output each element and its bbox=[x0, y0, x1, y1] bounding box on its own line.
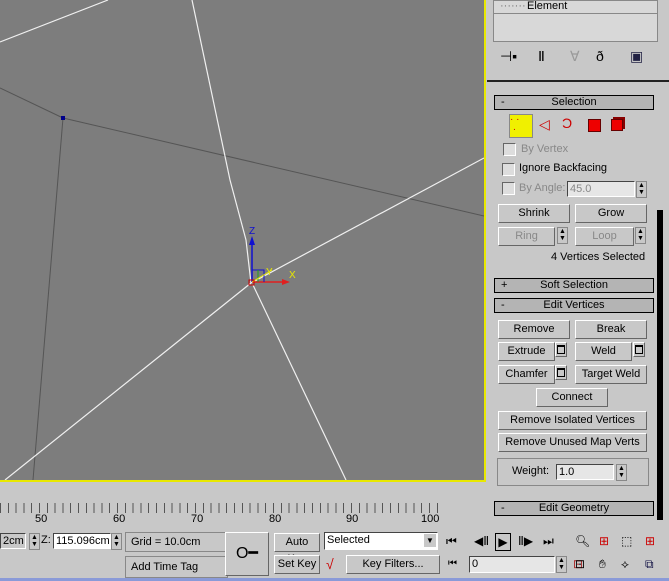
key-mode-select[interactable]: Selected ▼ bbox=[324, 532, 438, 550]
add-time-tag-button[interactable]: Add Time Tag bbox=[125, 556, 228, 578]
target-weld-button[interactable]: Target Weld bbox=[575, 365, 647, 384]
play-icon[interactable]: ▶ bbox=[495, 533, 511, 551]
vertex bbox=[61, 116, 65, 120]
extrude-button[interactable]: Extrude bbox=[498, 342, 555, 361]
z-axis-label: Z bbox=[249, 226, 255, 237]
rollout-edit-geometry[interactable]: - Edit Geometry bbox=[494, 501, 654, 516]
edge bbox=[32, 117, 64, 481]
edge bbox=[62, 117, 485, 217]
auto-key-button[interactable]: Auto Key bbox=[274, 533, 320, 565]
current-frame-input[interactable]: 0 bbox=[469, 556, 555, 573]
ring-button[interactable]: Ring bbox=[498, 227, 555, 246]
maximize-viewport-icon[interactable]: ⧉ bbox=[645, 556, 654, 572]
next-frame-icon[interactable]: Ⅱ▶ bbox=[518, 533, 533, 549]
chamfer-settings-button[interactable] bbox=[555, 365, 567, 380]
arc-rotate-icon[interactable]: ⟡ bbox=[621, 556, 629, 572]
chevron-down-icon: ▼ bbox=[424, 534, 436, 547]
y-axis-label: Y bbox=[266, 267, 273, 278]
by-vertex-checkbox[interactable] bbox=[503, 143, 516, 156]
z-coordinate-input[interactable]: 115.096cm bbox=[53, 533, 111, 549]
go-to-start-icon[interactable]: ⏮ bbox=[446, 533, 457, 549]
remove-isolated-vertices-button[interactable]: Remove Isolated Vertices bbox=[498, 411, 647, 430]
remove-modifier-icon[interactable]: ð bbox=[596, 48, 604, 64]
edge bbox=[4, 282, 252, 481]
extrude-settings-button[interactable] bbox=[555, 342, 567, 357]
edge bbox=[0, 0, 109, 43]
y-spinner[interactable]: ▲ ▼ bbox=[29, 533, 40, 550]
subobject-list[interactable]: ······· Element bbox=[493, 0, 658, 42]
break-button[interactable]: Break bbox=[575, 320, 647, 339]
chamfer-button[interactable]: Chamfer bbox=[498, 365, 555, 384]
x-axis-label: X bbox=[289, 270, 296, 281]
rollout-soft-selection[interactable]: + Soft Selection bbox=[494, 278, 654, 293]
element-mode-icon[interactable] bbox=[611, 119, 623, 131]
panel-scrollbar[interactable] bbox=[657, 90, 663, 520]
zoom-extents-icon[interactable]: ⬚ bbox=[621, 533, 632, 549]
grid-readout: Grid = 10.0cm bbox=[125, 532, 228, 552]
show-end-result-icon[interactable]: Ⅱ bbox=[538, 48, 545, 65]
edge bbox=[0, 87, 64, 119]
by-angle-checkbox[interactable] bbox=[502, 182, 515, 195]
zoom-extents-all-icon[interactable]: ⊞ bbox=[645, 533, 655, 549]
key-mode-toggle-icon[interactable]: ⏮ bbox=[448, 556, 457, 572]
shrink-button[interactable]: Shrink bbox=[498, 204, 570, 223]
go-to-end-icon[interactable]: ⏭ bbox=[543, 533, 554, 549]
angle-input[interactable]: 45.0 bbox=[567, 181, 635, 197]
zoom-all-icon[interactable]: ⊞ bbox=[599, 533, 609, 549]
grow-button[interactable]: Grow bbox=[575, 204, 647, 223]
connect-button[interactable]: Connect bbox=[536, 388, 608, 407]
key-filters-button[interactable]: Key Filters... bbox=[346, 555, 440, 574]
edge bbox=[191, 0, 252, 284]
make-unique-icon[interactable]: ∀ bbox=[570, 48, 580, 65]
time-ruler-labels: 50 60 70 80 90 100 bbox=[35, 513, 440, 525]
selection-status: 4 Vertices Selected bbox=[551, 251, 646, 263]
weight-spinner[interactable]: ▲ ▼ bbox=[616, 464, 627, 481]
weld-settings-button[interactable] bbox=[633, 342, 645, 357]
vertex-mode-button[interactable]: · · · bbox=[509, 114, 533, 138]
edge-mode-icon[interactable]: ◁ bbox=[539, 116, 550, 133]
remove-button[interactable]: Remove bbox=[498, 320, 570, 339]
z-spinner[interactable]: ▲ ▼ bbox=[111, 533, 122, 550]
pin-stack-icon[interactable]: ⊣▪ bbox=[500, 48, 517, 65]
loop-spinner[interactable]: ▲ ▼ bbox=[635, 227, 646, 244]
previous-frame-icon[interactable]: ◀Ⅱ bbox=[474, 533, 489, 549]
y-coordinate-input[interactable]: 2cm bbox=[0, 533, 26, 549]
viewport-geometry: Z Y X bbox=[0, 0, 485, 481]
loop-button[interactable]: Loop bbox=[575, 227, 634, 246]
rollout-edit-vertices[interactable]: - Edit Vertices bbox=[494, 298, 654, 313]
set-keys-button[interactable]: O━ bbox=[225, 532, 269, 576]
modifier-toolbar: ⊣▪ Ⅱ ∀ ð ▣ bbox=[498, 48, 668, 68]
subobject-element[interactable]: Element bbox=[527, 0, 567, 12]
viewport[interactable]: Z Y X bbox=[0, 0, 486, 482]
zoom-icon[interactable]: 🔍︎ bbox=[575, 533, 590, 549]
edge bbox=[250, 157, 485, 284]
ignore-backfacing-checkbox[interactable] bbox=[502, 163, 515, 176]
region-zoom-icon[interactable]: ⊡ bbox=[575, 556, 585, 572]
rollout-selection[interactable]: - Selection bbox=[494, 95, 654, 110]
set-key-button[interactable]: Set Key bbox=[274, 555, 320, 574]
ring-spinner[interactable]: ▲ ▼ bbox=[557, 227, 568, 244]
polygon-mode-icon[interactable] bbox=[588, 119, 601, 132]
time-ruler[interactable] bbox=[0, 503, 440, 513]
key-icon: O━ bbox=[235, 545, 259, 562]
angle-spinner[interactable]: ▲ ▼ bbox=[636, 181, 647, 198]
edge bbox=[252, 284, 347, 481]
pan-icon[interactable]: ✋︎ bbox=[599, 556, 606, 572]
border-mode-icon[interactable]: Ɔ bbox=[562, 115, 572, 131]
weld-button[interactable]: Weld bbox=[575, 342, 632, 361]
frame-spinner[interactable]: ▲ ▼ bbox=[556, 556, 567, 573]
remove-unused-map-verts-button[interactable]: Remove Unused Map Verts bbox=[498, 433, 647, 452]
curve-editor-icon[interactable]: √ bbox=[326, 556, 334, 572]
configure-modifier-sets-icon[interactable]: ▣ bbox=[630, 48, 643, 65]
weight-input[interactable]: 1.0 bbox=[556, 464, 614, 480]
